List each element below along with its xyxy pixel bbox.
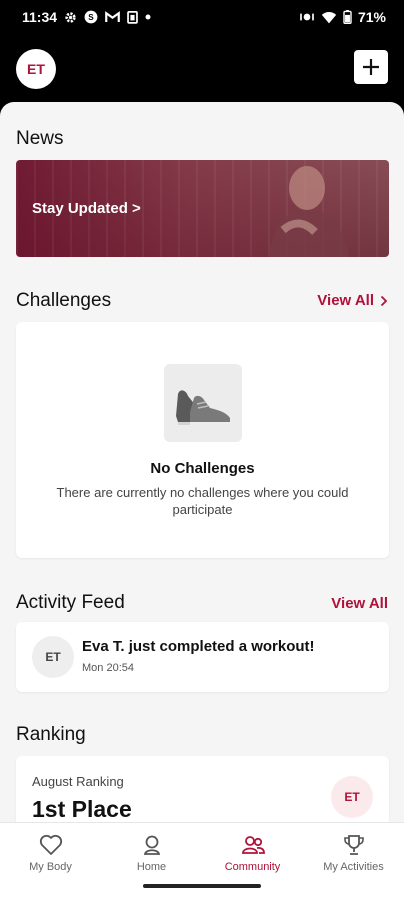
news-banner-label: Stay Updated > xyxy=(32,200,141,217)
avatar: ET xyxy=(331,776,373,818)
nav-label: Community xyxy=(224,861,281,873)
athlete-image xyxy=(269,166,349,257)
trophy-icon xyxy=(342,833,366,857)
avatar: ET xyxy=(32,636,74,678)
gmail-icon xyxy=(105,11,120,23)
challenges-title: Challenges xyxy=(16,290,112,311)
wifi-icon xyxy=(321,11,337,24)
shoe-illustration xyxy=(164,364,242,442)
activity-time: Mon 20:54 xyxy=(82,662,134,674)
nav-item-home[interactable]: Home xyxy=(101,823,202,900)
dot-icon xyxy=(145,14,151,20)
nav-item-my-body[interactable]: My Body xyxy=(0,823,101,900)
settings-gear-icon xyxy=(64,11,77,24)
status-bar: 11:34 S 71% xyxy=(0,0,404,34)
vibrate-icon xyxy=(299,10,315,24)
challenges-empty-card: No Challenges There are currently no cha… xyxy=(16,322,389,558)
main-content: News Stay Updated > Challenges View All … xyxy=(0,102,404,822)
app-header: ET xyxy=(0,34,404,102)
challenges-view-all-link[interactable]: View All xyxy=(317,292,388,309)
nav-item-community[interactable]: Community xyxy=(202,823,303,900)
activity-feed-item[interactable]: ET Eva T. just completed a workout! Mon … xyxy=(16,622,389,692)
chevron-right-icon xyxy=(380,295,388,306)
activity-text: Eva T. just completed a workout! xyxy=(82,638,315,655)
bottom-navigation: My Body Home Community My Activities xyxy=(0,822,404,900)
news-title: News xyxy=(16,128,64,149)
battery-percent: 71% xyxy=(357,9,386,25)
add-button[interactable] xyxy=(354,50,388,84)
ranking-card[interactable]: August Ranking 1st Place ET xyxy=(16,756,389,822)
profile-avatar[interactable]: ET xyxy=(16,49,56,89)
nav-label: My Body xyxy=(29,861,72,873)
clipboard-icon xyxy=(127,10,138,24)
svg-text:S: S xyxy=(88,13,94,22)
nav-label: Home xyxy=(136,861,167,873)
empty-state-title: No Challenges xyxy=(150,460,255,477)
activity-feed-view-all-link[interactable]: View All xyxy=(331,595,388,612)
activity-feed-title: Activity Feed xyxy=(16,592,125,613)
battery-icon xyxy=(343,10,352,24)
news-banner[interactable]: Stay Updated > xyxy=(16,160,389,257)
ranking-place: 1st Place xyxy=(32,796,132,822)
nav-label: My Activities xyxy=(323,861,384,873)
empty-state-text: There are currently no challenges where … xyxy=(56,485,349,517)
view-all-label: View All xyxy=(317,292,374,309)
nav-item-my-activities[interactable]: My Activities xyxy=(303,823,404,900)
ranking-title: Ranking xyxy=(16,724,86,745)
heart-icon xyxy=(39,833,63,857)
plus-icon xyxy=(363,59,379,75)
ranking-period: August Ranking xyxy=(32,774,124,789)
sneakers-icon xyxy=(176,390,230,425)
status-time: 11:34 xyxy=(22,9,58,25)
home-pin-icon xyxy=(140,833,164,857)
home-indicator[interactable] xyxy=(143,884,261,888)
skype-icon: S xyxy=(84,10,98,24)
community-icon xyxy=(240,833,266,857)
